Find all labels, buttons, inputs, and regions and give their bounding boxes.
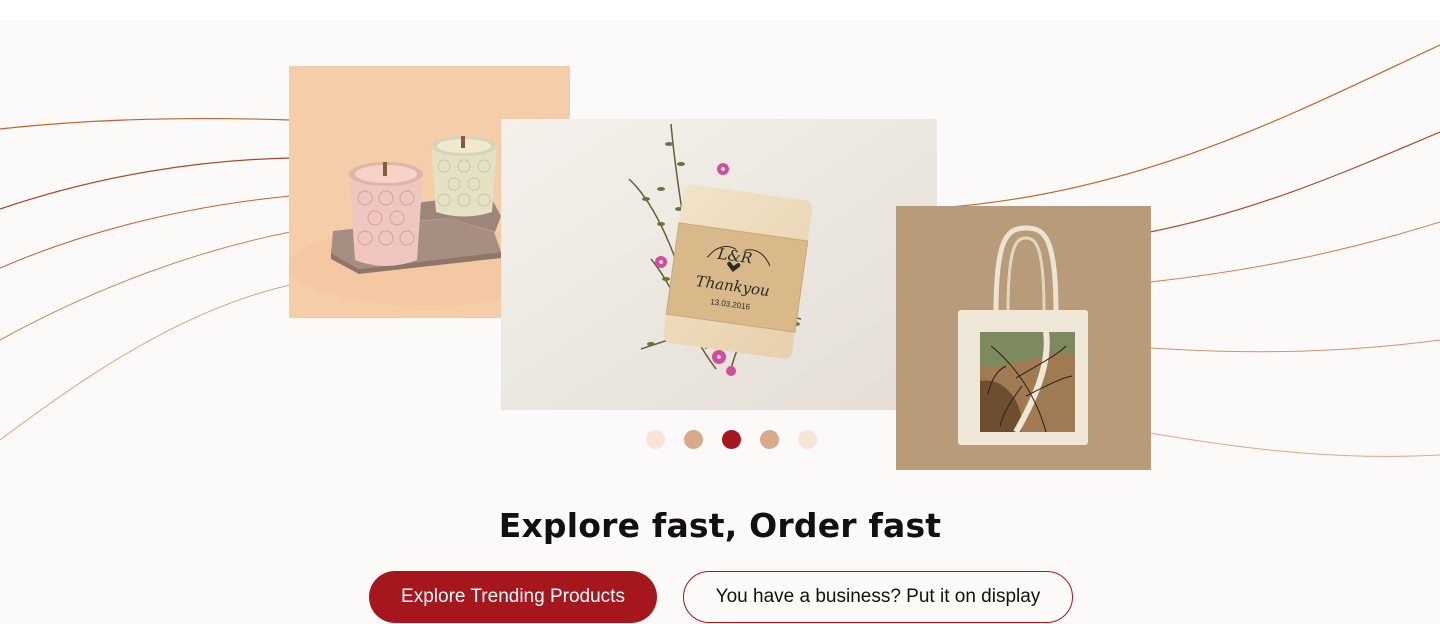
carousel-dots [646, 430, 817, 449]
carousel-dot-2[interactable] [684, 430, 703, 449]
hero-headline: Explore fast, Order fast [498, 506, 942, 545]
carousel-dot-1[interactable] [646, 430, 665, 449]
soap-illustration: L&R Thankyou 13.03.2016 [501, 119, 937, 410]
soap-product-image[interactable]: L&R Thankyou 13.03.2016 [501, 119, 937, 410]
tote-bag-product-image[interactable] [896, 206, 1151, 470]
tote-bag-illustration [896, 206, 1151, 470]
explore-trending-products-button[interactable]: Explore Trending Products [369, 571, 657, 623]
business-display-button[interactable]: You have a business? Put it on display [683, 571, 1073, 623]
carousel-dot-5[interactable] [798, 430, 817, 449]
carousel-dot-4[interactable] [760, 430, 779, 449]
carousel-dot-3-active[interactable] [722, 430, 741, 449]
